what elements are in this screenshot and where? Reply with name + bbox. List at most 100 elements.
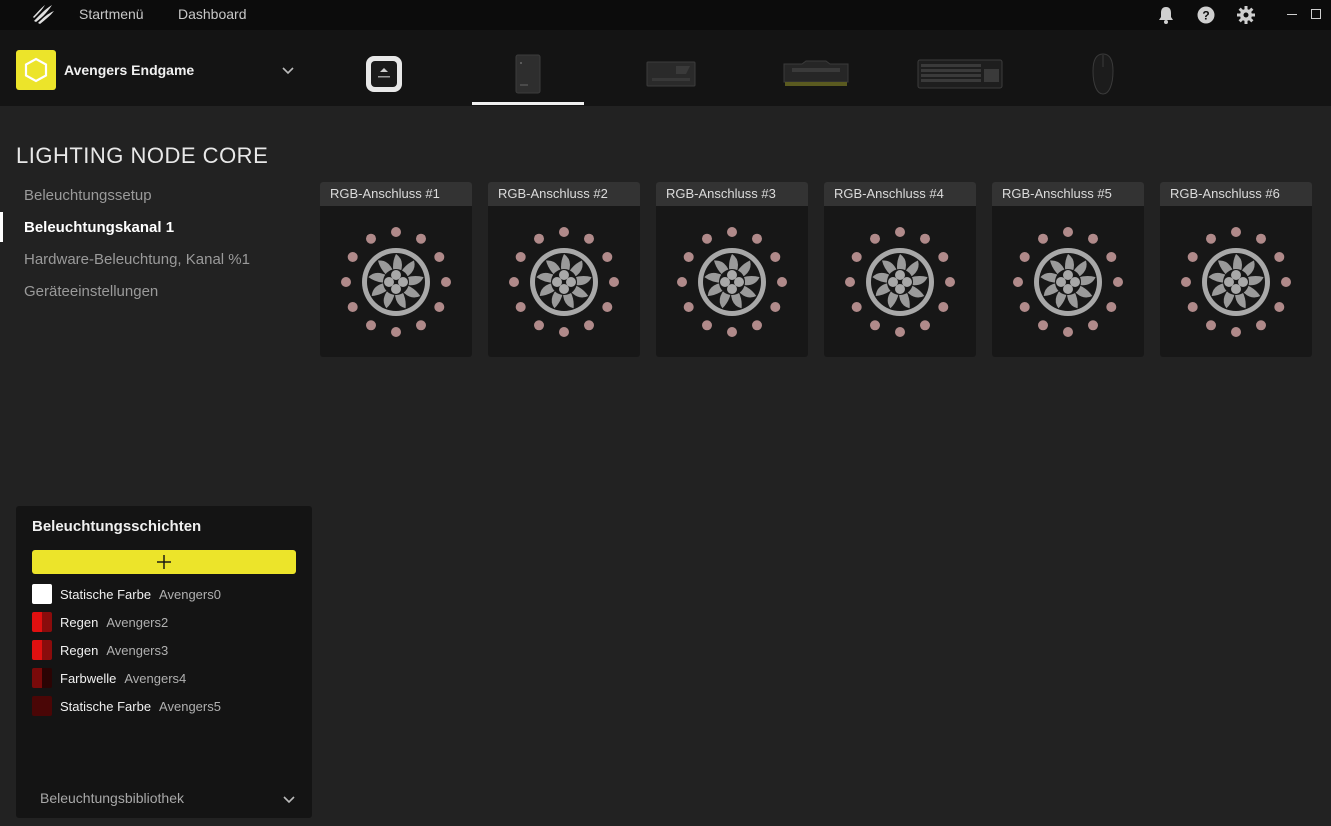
lighting-library[interactable]: Beleuchtungsbibliothek bbox=[40, 790, 296, 810]
title-bar: Startmenü Dashboard ? bbox=[0, 0, 1331, 30]
device-lighting-node-core[interactable] bbox=[472, 44, 584, 104]
layer-color-swatch bbox=[32, 640, 52, 660]
led-dot bbox=[1013, 277, 1023, 287]
led-dot bbox=[1038, 233, 1048, 244]
led-dot bbox=[683, 302, 694, 312]
rgb-port-card[interactable]: RGB-Anschluss #1 bbox=[320, 182, 472, 357]
keyboard-icon bbox=[917, 59, 1003, 89]
led-dot bbox=[1038, 320, 1048, 331]
layer-item[interactable]: Statische Farbe Avengers5 bbox=[32, 695, 296, 717]
led-dot bbox=[727, 327, 737, 337]
ram-icon bbox=[783, 60, 849, 86]
led-dot bbox=[534, 233, 544, 244]
led-dot bbox=[341, 277, 351, 287]
minimize-icon[interactable] bbox=[1284, 6, 1300, 22]
led-dot bbox=[938, 302, 949, 312]
active-nav-indicator bbox=[0, 212, 3, 242]
device-commander-hub[interactable] bbox=[640, 44, 702, 104]
led-dot bbox=[870, 233, 880, 244]
layer-name: Avengers0 bbox=[159, 586, 221, 602]
led-dot bbox=[1206, 233, 1216, 244]
fan-led-ring-icon bbox=[677, 227, 787, 337]
fan-led-ring-icon bbox=[1181, 227, 1291, 337]
led-dot bbox=[534, 320, 544, 331]
led-dot bbox=[1019, 302, 1030, 312]
rgb-port-label: RGB-Anschluss #4 bbox=[824, 182, 976, 206]
layer-item[interactable]: Regen Avengers3 bbox=[32, 639, 296, 661]
led-dot bbox=[1063, 327, 1073, 337]
layer-color-swatch bbox=[32, 668, 52, 688]
rgb-port-label: RGB-Anschluss #3 bbox=[656, 182, 808, 206]
led-dot bbox=[920, 320, 930, 331]
layer-item[interactable]: Farbwelle Avengers4 bbox=[32, 667, 296, 689]
device-ram[interactable] bbox=[780, 44, 852, 104]
rgb-port-card[interactable]: RGB-Anschluss #4 bbox=[824, 182, 976, 357]
nav-dashboard[interactable]: Dashboard bbox=[178, 6, 247, 22]
led-dot bbox=[845, 277, 855, 287]
led-dot bbox=[1181, 277, 1191, 287]
lighting-node-core-icon bbox=[515, 54, 541, 94]
led-dot bbox=[391, 327, 401, 337]
corsair-sails-icon[interactable] bbox=[32, 3, 56, 25]
sidebar-item-device-settings[interactable]: Geräteeinstellungen bbox=[24, 283, 158, 300]
led-dot bbox=[391, 227, 401, 237]
bell-icon[interactable] bbox=[1156, 5, 1176, 25]
rgb-port-card[interactable]: RGB-Anschluss #6 bbox=[1160, 182, 1312, 357]
layer-item[interactable]: Regen Avengers2 bbox=[32, 611, 296, 633]
led-dot bbox=[938, 252, 949, 262]
led-dot bbox=[609, 277, 619, 287]
led-dot bbox=[727, 227, 737, 237]
led-dot bbox=[920, 233, 930, 244]
layer-color-swatch bbox=[32, 612, 52, 632]
led-dot bbox=[1019, 252, 1030, 262]
led-dot bbox=[1281, 277, 1291, 287]
layer-name: Avengers5 bbox=[159, 698, 221, 714]
profile-badge bbox=[16, 50, 56, 90]
led-dot bbox=[870, 320, 880, 331]
sidebar-item-hardware-lighting[interactable]: Hardware-Beleuchtung, Kanal %1 bbox=[24, 251, 250, 268]
lighting-library-label: Beleuchtungsbibliothek bbox=[40, 790, 184, 806]
led-dot bbox=[770, 302, 781, 312]
led-dot bbox=[602, 252, 613, 262]
led-dot bbox=[752, 320, 762, 331]
rgb-port-card[interactable]: RGB-Anschluss #3 bbox=[656, 182, 808, 357]
aio-cooler-icon bbox=[366, 56, 402, 92]
layer-color-swatch bbox=[32, 696, 52, 716]
fan-led-ring-icon bbox=[1013, 227, 1123, 337]
chevron-down-icon[interactable] bbox=[282, 792, 296, 806]
question-icon[interactable]: ? bbox=[1196, 5, 1216, 25]
led-dot bbox=[584, 233, 594, 244]
led-dot bbox=[509, 277, 519, 287]
profile-selector[interactable]: Avengers Endgame bbox=[16, 50, 302, 90]
led-dot bbox=[770, 252, 781, 262]
sidebar-item-lighting-channel-1[interactable]: Beleuchtungskanal 1 bbox=[24, 219, 174, 236]
led-dot bbox=[347, 252, 358, 262]
rgb-port-card[interactable]: RGB-Anschluss #5 bbox=[992, 182, 1144, 357]
sidebar-item-lighting-setup[interactable]: Beleuchtungssetup bbox=[24, 187, 152, 204]
nav-startmenu[interactable]: Startmenü bbox=[79, 6, 144, 22]
plus-icon bbox=[157, 555, 171, 569]
led-dot bbox=[602, 302, 613, 312]
layer-item[interactable]: Statische Farbe Avengers0 bbox=[32, 583, 296, 605]
layers-title: Beleuchtungsschichten bbox=[32, 518, 202, 535]
device-aio-cooler[interactable] bbox=[356, 44, 412, 104]
chevron-down-icon[interactable] bbox=[280, 62, 296, 78]
fan-led-ring-icon bbox=[341, 227, 451, 337]
rgb-port-card[interactable]: RGB-Anschluss #2 bbox=[488, 182, 640, 357]
rgb-port-label: RGB-Anschluss #2 bbox=[488, 182, 640, 206]
device-mouse[interactable] bbox=[1084, 44, 1122, 104]
led-dot bbox=[777, 277, 787, 287]
led-dot bbox=[895, 327, 905, 337]
device-keyboard[interactable] bbox=[914, 44, 1006, 104]
led-dot bbox=[1088, 320, 1098, 331]
led-dot bbox=[1106, 252, 1117, 262]
led-dot bbox=[702, 233, 712, 244]
led-dot bbox=[1106, 302, 1117, 312]
led-dot bbox=[895, 227, 905, 237]
maximize-icon[interactable] bbox=[1308, 6, 1324, 22]
led-dot bbox=[416, 233, 426, 244]
add-layer-button[interactable] bbox=[32, 550, 296, 574]
led-dot bbox=[752, 233, 762, 244]
gear-icon[interactable] bbox=[1236, 5, 1256, 25]
led-dot bbox=[515, 252, 526, 262]
